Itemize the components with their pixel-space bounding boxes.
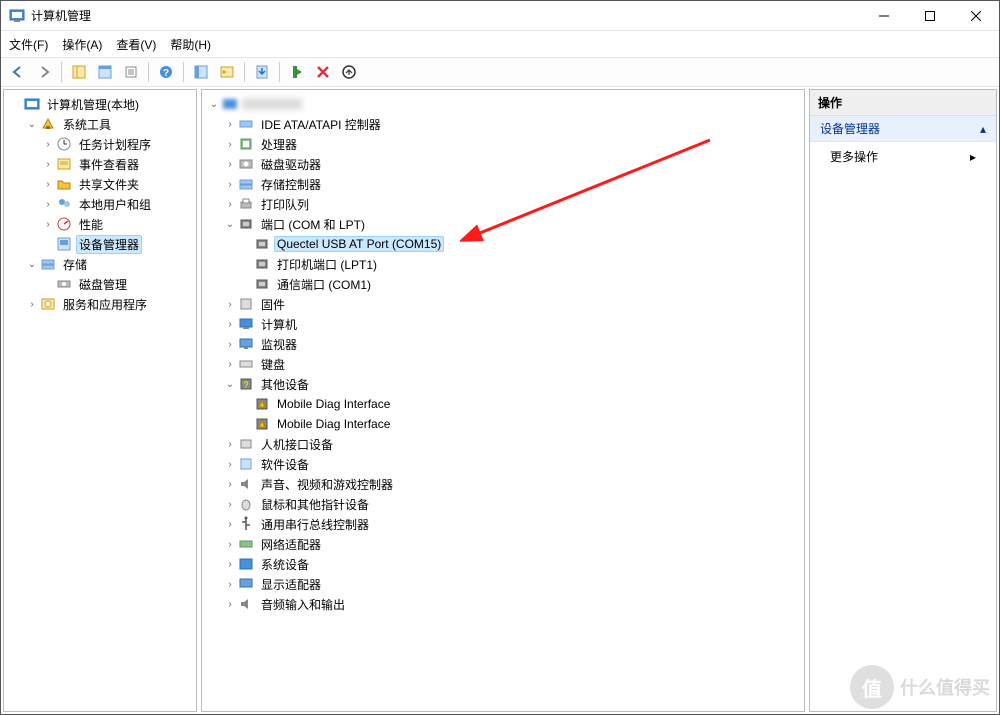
device-firmware[interactable]: ›固件 (204, 294, 802, 314)
more-actions[interactable]: 更多操作 ▸ (810, 142, 996, 171)
tree-services-apps[interactable]: ›服务和应用程序 (6, 294, 194, 314)
tree-event-viewer[interactable]: ›事件查看器 (6, 154, 194, 174)
device-sound[interactable]: ›声音、视频和游戏控制器 (204, 474, 802, 494)
tree-system-tools[interactable]: ⌄系统工具 (6, 114, 194, 134)
minimize-button[interactable] (861, 1, 907, 30)
back-button[interactable] (7, 61, 29, 83)
device-audio-io[interactable]: ›音频输入和输出 (204, 594, 802, 614)
help-button[interactable]: ? (155, 61, 177, 83)
view-devices-by-connection-button[interactable] (216, 61, 238, 83)
tree-device-manager[interactable]: 设备管理器 (6, 234, 194, 254)
update-driver-button[interactable] (251, 61, 273, 83)
enable-device-button[interactable] (286, 61, 308, 83)
device-mobile-diag-2[interactable]: Mobile Diag Interface (204, 414, 802, 434)
menu-view[interactable]: 查看(V) (116, 36, 156, 53)
tree-disk-management[interactable]: 磁盘管理 (6, 274, 194, 294)
window-title: 计算机管理 (31, 7, 861, 24)
device-usb[interactable]: ›通用串行总线控制器 (204, 514, 802, 534)
center-tree-pane[interactable]: ⌄ ›IDE ATA/ATAPI 控制器 ›处理器 ›磁盘驱动器 ›存储控制器 … (201, 89, 805, 712)
close-button[interactable] (953, 1, 999, 30)
device-system[interactable]: ›系统设备 (204, 554, 802, 574)
device-ports[interactable]: ⌄端口 (COM 和 LPT) (204, 214, 802, 234)
tree-root[interactable]: 计算机管理(本地) (6, 94, 194, 114)
watermark-badge: 值 (850, 665, 894, 709)
device-other[interactable]: ⌄?其他设备 (204, 374, 802, 394)
watermark-text: 什么值得买 (900, 674, 990, 700)
actions-section[interactable]: 设备管理器 ▴ (810, 116, 996, 142)
maximize-button[interactable] (907, 1, 953, 30)
tree-local-users[interactable]: ›本地用户和组 (6, 194, 194, 214)
device-network[interactable]: ›网络适配器 (204, 534, 802, 554)
chevron-right-icon: ▸ (970, 150, 976, 164)
tree-shared-folders[interactable]: ›共享文件夹 (6, 174, 194, 194)
left-tree-pane[interactable]: 计算机管理(本地) ⌄系统工具 ›任务计划程序 ›事件查看器 ›共享文件夹 ›本… (3, 89, 197, 712)
device-port-comm[interactable]: 通信端口 (COM1) (204, 274, 802, 294)
tree-storage[interactable]: ⌄存储 (6, 254, 194, 274)
actions-pane: 操作 设备管理器 ▴ 更多操作 ▸ (809, 89, 997, 712)
actions-header: 操作 (810, 90, 996, 116)
tree-performance[interactable]: ›性能 (6, 214, 194, 234)
menu-action[interactable]: 操作(A) (62, 36, 102, 53)
menu-help[interactable]: 帮助(H) (170, 36, 211, 53)
device-mice[interactable]: ›鼠标和其他指针设备 (204, 494, 802, 514)
device-keyboards[interactable]: ›键盘 (204, 354, 802, 374)
svg-text:?: ? (243, 380, 248, 390)
device-print-queues[interactable]: ›打印队列 (204, 194, 802, 214)
device-hid[interactable]: ›人机接口设备 (204, 434, 802, 454)
collapse-icon: ▴ (980, 122, 986, 136)
device-display[interactable]: ›显示适配器 (204, 574, 802, 594)
menu-file[interactable]: 文件(F) (9, 36, 48, 53)
watermark: 值 什么值得买 (850, 665, 990, 709)
device-port-quectel[interactable]: Quectel USB AT Port (COM15) (204, 234, 802, 254)
properties-button[interactable] (94, 61, 116, 83)
uninstall-device-button[interactable] (338, 61, 360, 83)
app-icon (9, 8, 25, 24)
view-devices-by-type-button[interactable] (190, 61, 212, 83)
disable-device-button[interactable] (312, 61, 334, 83)
device-computer[interactable]: ›计算机 (204, 314, 802, 334)
device-disk-drives[interactable]: ›磁盘驱动器 (204, 154, 802, 174)
device-storage-ctrl[interactable]: ›存储控制器 (204, 174, 802, 194)
svg-text:?: ? (163, 68, 169, 79)
device-cpu[interactable]: ›处理器 (204, 134, 802, 154)
device-software[interactable]: ›软件设备 (204, 454, 802, 474)
export-list-button[interactable] (120, 61, 142, 83)
device-ide[interactable]: ›IDE ATA/ATAPI 控制器 (204, 114, 802, 134)
menu-bar: 文件(F) 操作(A) 查看(V) 帮助(H) (1, 31, 999, 57)
device-monitors[interactable]: ›监视器 (204, 334, 802, 354)
forward-button[interactable] (33, 61, 55, 83)
tree-task-scheduler[interactable]: ›任务计划程序 (6, 134, 194, 154)
device-mobile-diag-1[interactable]: Mobile Diag Interface (204, 394, 802, 414)
device-root[interactable]: ⌄ (204, 94, 802, 114)
show-hide-tree-button[interactable] (68, 61, 90, 83)
device-port-printer[interactable]: 打印机端口 (LPT1) (204, 254, 802, 274)
toolbar: ? (1, 57, 999, 87)
